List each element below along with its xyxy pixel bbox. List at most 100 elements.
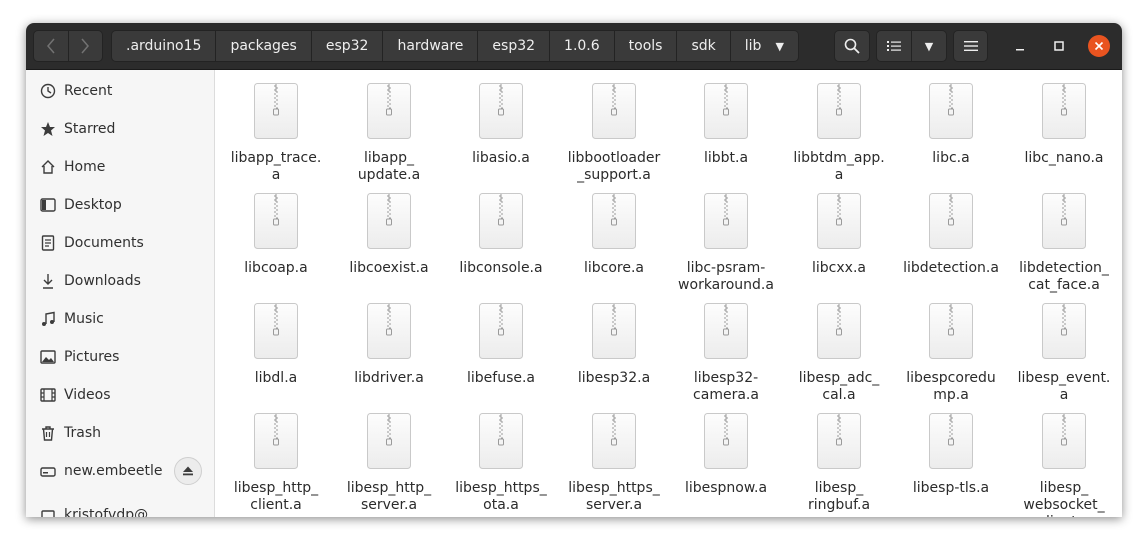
file-item[interactable]: libbootloader _support.a (558, 82, 670, 184)
minimize-button[interactable] (1010, 36, 1030, 56)
breadcrumb-item[interactable]: 1.0.6 (549, 31, 614, 61)
file-item[interactable]: libc.a (895, 82, 1007, 167)
breadcrumb-item[interactable]: .arduino15 (112, 31, 216, 61)
close-icon (1094, 41, 1104, 51)
breadcrumb-item[interactable]: esp32 (310, 31, 383, 61)
sidebar-item-music[interactable]: Music (26, 300, 214, 338)
file-item[interactable]: libesp_http_ server.a (333, 412, 445, 514)
file-item[interactable]: libesp-tls.a (895, 412, 1007, 497)
maximize-button[interactable] (1049, 36, 1069, 56)
file-item[interactable]: libc-psram- workaround.a (670, 192, 782, 294)
close-button[interactable] (1088, 35, 1110, 57)
breadcrumb-item[interactable]: sdk (676, 31, 730, 61)
file-item[interactable]: libapp_trace. a (220, 82, 332, 184)
file-item[interactable]: libcore.a (558, 192, 670, 277)
file-name: libbtdm_app. a (793, 150, 885, 183)
sidebar-item-label: Recent (64, 83, 113, 99)
file-grid: libapp_trace. a libapp_ update.a libasio.a… (215, 70, 1122, 517)
archive-file-icon (333, 192, 445, 252)
breadcrumb-item[interactable]: packages (215, 31, 311, 61)
archive-file-icon (558, 192, 670, 252)
file-item[interactable]: libbt.a (670, 82, 782, 167)
view-menu-button[interactable]: ▼ (911, 31, 946, 61)
file-item[interactable]: libespcoredu mp.a (895, 302, 1007, 404)
file-item[interactable]: libesp_ ringbuf.a (783, 412, 895, 514)
sidebar-item-starred[interactable]: Starred (26, 110, 214, 148)
file-name: libdetection.a (903, 260, 999, 276)
sidebar-item-new-embeetle[interactable]: new.embeetle (26, 452, 214, 490)
search-button[interactable] (834, 30, 870, 62)
file-item[interactable]: libesp_event. a (1008, 302, 1120, 404)
file-item[interactable]: libdl.a (220, 302, 332, 387)
file-item[interactable]: libesp_https_ server.a (558, 412, 670, 514)
list-view-button[interactable] (877, 31, 911, 61)
breadcrumb-item[interactable]: tools (613, 31, 677, 61)
file-name: libcoexist.a (349, 260, 429, 276)
file-item[interactable]: libcoexist.a (333, 192, 445, 277)
archive-file-icon (783, 82, 895, 142)
sidebar-item-pictures[interactable]: Pictures (26, 338, 214, 376)
file-name: libcoap.a (244, 260, 308, 276)
sidebar-item-recent[interactable]: Recent (26, 72, 214, 110)
file-item[interactable]: libbtdm_app. a (783, 82, 895, 184)
file-item[interactable]: libdriver.a (333, 302, 445, 387)
archive-file-icon (220, 82, 332, 142)
file-name: libesp_http_ server.a (346, 480, 432, 513)
breadcrumb-item[interactable]: esp32 (477, 31, 550, 61)
file-item[interactable]: libesp_ websocket_ client.a (1008, 412, 1120, 517)
archive-file-icon (783, 412, 895, 472)
file-name: libc-psram- workaround.a (678, 260, 774, 293)
file-name: libc.a (932, 150, 970, 166)
file-item[interactable]: libesp32- camera.a (670, 302, 782, 404)
eject-button[interactable] (174, 457, 202, 485)
file-name: libapp_ update.a (357, 150, 421, 183)
sidebar-item-trash[interactable]: Trash (26, 414, 214, 452)
file-name: libesp_ ringbuf.a (807, 480, 871, 513)
breadcrumb-current[interactable]: lib ▼ (729, 31, 798, 61)
file-item[interactable]: libesp_adc_ cal.a (783, 302, 895, 404)
sidebar-item-partial[interactable]: kristofvdp@... (26, 496, 214, 517)
file-name: libbootloader _support.a (567, 150, 661, 183)
file-item[interactable]: libasio.a (445, 82, 557, 167)
nav-buttons (33, 30, 103, 62)
sidebar-item-desktop[interactable]: Desktop (26, 186, 214, 224)
file-name: libconsole.a (459, 260, 543, 276)
archive-file-icon (783, 302, 895, 362)
sidebar-item-label: Videos (64, 387, 111, 403)
archive-file-icon (333, 82, 445, 142)
sidebar-item-documents[interactable]: Documents (26, 224, 214, 262)
home-icon (39, 158, 57, 176)
sidebar-item-label: Trash (64, 425, 101, 441)
chevron-left-icon[interactable] (34, 31, 68, 61)
clock-icon (39, 82, 57, 100)
sidebar-item-label: Downloads (64, 273, 141, 289)
file-item[interactable]: libapp_ update.a (333, 82, 445, 184)
sidebar-item-downloads[interactable]: Downloads (26, 262, 214, 300)
file-item[interactable]: libdetection_ cat_face.a (1008, 192, 1120, 294)
file-item[interactable]: libespnow.a (670, 412, 782, 497)
file-item[interactable]: libefuse.a (445, 302, 557, 387)
file-item[interactable]: libdetection.a (895, 192, 1007, 277)
archive-file-icon (445, 302, 557, 362)
file-item[interactable]: libesp32.a (558, 302, 670, 387)
file-item[interactable]: libesp_https_ ota.a (445, 412, 557, 514)
search-icon (844, 38, 860, 54)
star-icon (39, 120, 57, 138)
sidebar-item-home[interactable]: Home (26, 148, 214, 186)
file-name: libdriver.a (354, 370, 424, 386)
file-name: libasio.a (472, 150, 530, 166)
file-item[interactable]: libcxx.a (783, 192, 895, 277)
sidebar-item-label: Documents (64, 235, 144, 251)
file-item[interactable]: libc_nano.a (1008, 82, 1120, 167)
sidebar-item-videos[interactable]: Videos (26, 376, 214, 414)
archive-file-icon (895, 82, 1007, 142)
archive-file-icon (220, 302, 332, 362)
chevron-right-icon[interactable] (67, 31, 103, 61)
main-menu-button[interactable] (953, 30, 988, 62)
archive-file-icon (783, 192, 895, 252)
breadcrumb-item[interactable]: hardware (382, 31, 478, 61)
file-item[interactable]: libesp_http_ client.a (220, 412, 332, 514)
file-item[interactable]: libcoap.a (220, 192, 332, 277)
file-item[interactable]: libconsole.a (445, 192, 557, 277)
file-name: libesp32- camera.a (693, 370, 759, 403)
